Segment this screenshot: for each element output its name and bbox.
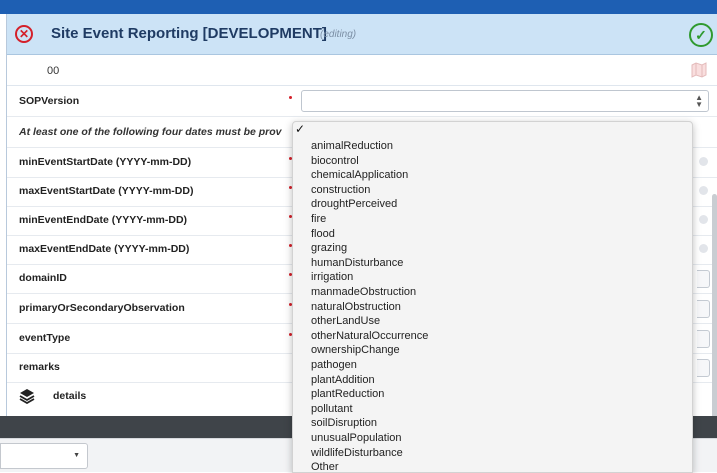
close-icon[interactable]: ✕: [15, 25, 33, 43]
background-window-strip: [0, 0, 717, 14]
max-event-end-label: maxEventEndDate (YYYY-mm-DD): [19, 243, 190, 255]
select-arrows-icon: ▲ ▼: [695, 93, 703, 109]
date-picker-icon[interactable]: [699, 157, 708, 166]
event-type-select[interactable]: [697, 330, 710, 348]
bottom-select[interactable]: ▼: [0, 443, 88, 469]
dropdown-option[interactable]: fire: [311, 213, 326, 225]
record-id: 00: [47, 65, 60, 77]
min-event-start-label: minEventStartDate (YYYY-mm-DD): [19, 156, 192, 168]
selected-check-icon: ✓: [295, 122, 306, 136]
event-type-dropdown-list[interactable]: ✓ animalReduction biocontrol chemicalAppli…: [292, 121, 693, 473]
checkmark-icon[interactable]: ✓: [689, 23, 713, 47]
dates-note: At least one of the following four dates…: [19, 126, 282, 138]
remarks-label: remarks: [19, 361, 60, 373]
editing-status: (editing): [320, 29, 357, 40]
required-indicator: [289, 96, 292, 99]
sop-version-select[interactable]: ▲ ▼: [301, 90, 709, 112]
date-picker-icon[interactable]: [699, 186, 708, 195]
sop-version-label: SOPVersion: [19, 95, 80, 107]
domain-id-select[interactable]: [697, 270, 710, 288]
dropdown-option[interactable]: grazing: [311, 242, 347, 254]
dropdown-option[interactable]: naturalObstruction: [311, 301, 401, 313]
dropdown-option[interactable]: ownershipChange: [311, 344, 400, 356]
dropdown-option[interactable]: plantReduction: [311, 388, 384, 400]
dropdown-option[interactable]: Other: [311, 461, 339, 472]
date-picker-icon[interactable]: [699, 244, 708, 253]
dropdown-option[interactable]: humanDisturbance: [311, 257, 403, 269]
modal-header: ✕ Site Event Reporting [DEVELOPMENT] (ed…: [7, 14, 717, 55]
domain-id-label: domainID: [19, 272, 67, 284]
event-type-label: eventType: [19, 332, 71, 344]
dropdown-option[interactable]: animalReduction: [311, 140, 393, 152]
dropdown-option[interactable]: construction: [311, 184, 370, 196]
dropdown-option[interactable]: flood: [311, 228, 335, 240]
dropdown-option[interactable]: plantAddition: [311, 374, 375, 386]
dropdown-option[interactable]: otherLandUse: [311, 315, 380, 327]
modal-title: Site Event Reporting [DEVELOPMENT]: [51, 25, 327, 42]
modal-scrollbar[interactable]: [712, 194, 717, 419]
dropdown-option[interactable]: manmadeObstruction: [311, 286, 416, 298]
dropdown-option[interactable]: wildlifeDisturbance: [311, 447, 403, 459]
details-label: details: [53, 390, 87, 402]
min-event-end-label: minEventEndDate (YYYY-mm-DD): [19, 214, 188, 226]
remarks-input[interactable]: [697, 359, 710, 377]
layers-icon: [19, 389, 35, 404]
observation-select[interactable]: [697, 300, 710, 318]
dropdown-option[interactable]: soilDisruption: [311, 417, 377, 429]
dropdown-option[interactable]: pathogen: [311, 359, 357, 371]
dropdown-option[interactable]: chemicalApplication: [311, 169, 408, 181]
dropdown-option[interactable]: droughtPerceived: [311, 198, 397, 210]
map-icon[interactable]: [691, 62, 707, 78]
observation-label: primaryOrSecondaryObservation: [19, 302, 185, 314]
max-event-start-label: maxEventStartDate (YYYY-mm-DD): [19, 185, 194, 197]
dropdown-option[interactable]: biocontrol: [311, 155, 359, 167]
chevron-down-icon: ▼: [73, 452, 80, 459]
dropdown-option[interactable]: unusualPopulation: [311, 432, 402, 444]
dropdown-option[interactable]: irrigation: [311, 271, 353, 283]
dropdown-option[interactable]: pollutant: [311, 403, 353, 415]
date-picker-icon[interactable]: [699, 215, 708, 224]
dropdown-option[interactable]: otherNaturalOccurrence: [311, 330, 428, 342]
record-id-row: 00: [7, 55, 717, 86]
sop-version-row: SOPVersion ▲ ▼: [7, 86, 717, 117]
